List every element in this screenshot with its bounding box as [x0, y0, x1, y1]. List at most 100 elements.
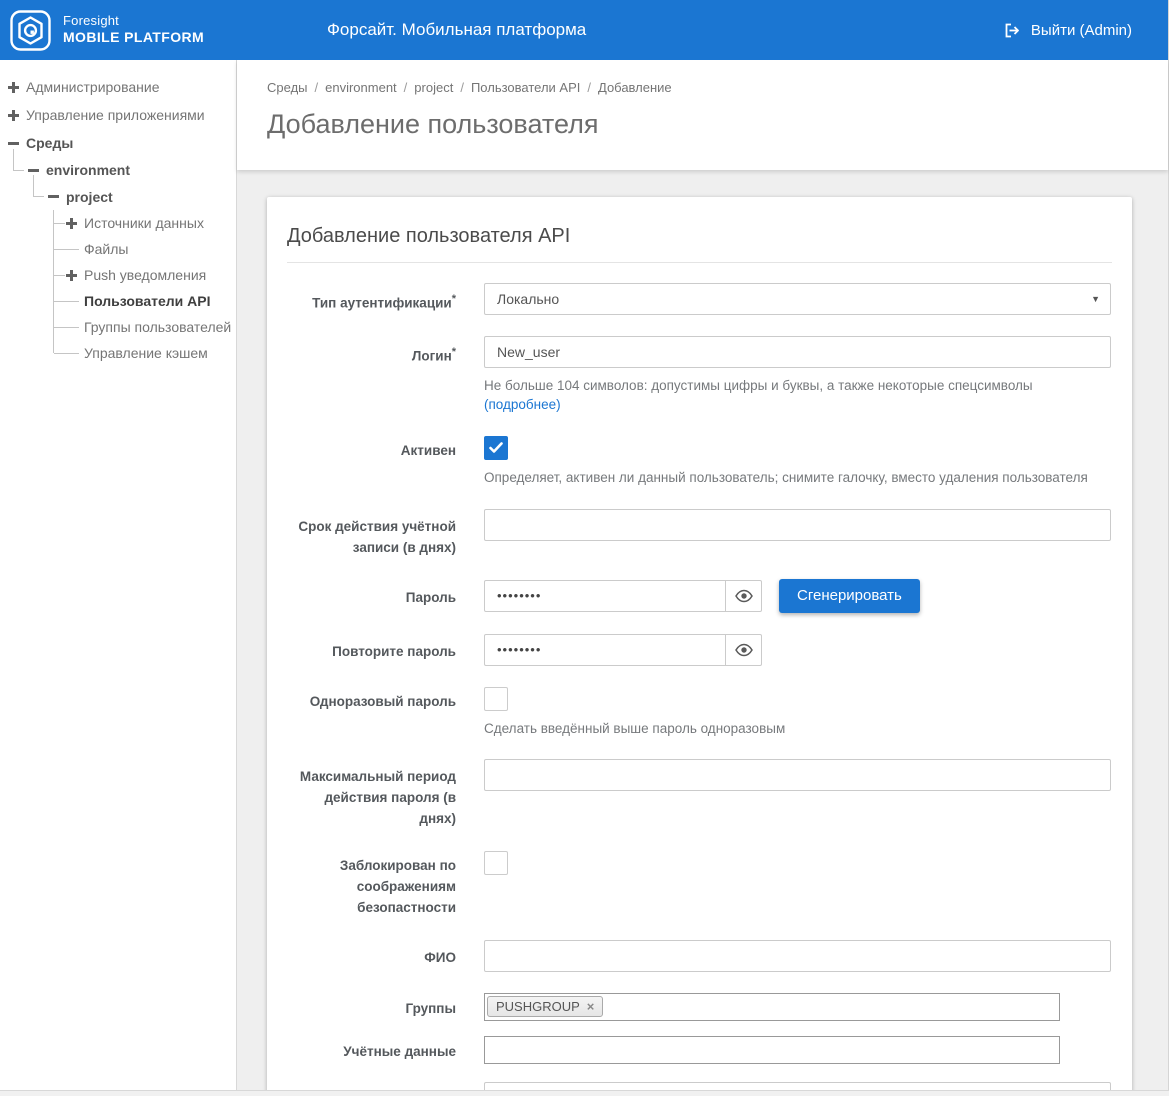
breadcrumb-separator: / [587, 80, 591, 95]
minus-icon[interactable] [28, 169, 39, 172]
one-time-password-row: Одноразовый пароль Сделать введённый выш… [287, 687, 1112, 739]
sidebar-item-label: Управление приложениями [26, 107, 205, 123]
sidebar-item-label: Источники данных [84, 215, 204, 231]
sidebar-item-environments[interactable]: Среды [0, 129, 236, 157]
sidebar-item-project[interactable]: project [0, 183, 236, 210]
sidebar-item-cache-management[interactable]: Управление кэшем [0, 340, 236, 366]
plus-icon[interactable] [8, 110, 19, 121]
breadcrumb-item[interactable]: Добавление [598, 80, 672, 95]
required-asterisk: * [452, 293, 456, 305]
login-input[interactable] [484, 336, 1111, 368]
sidebar-item-label: Пользователи API [84, 293, 211, 309]
max-password-period-input[interactable] [484, 759, 1111, 791]
check-icon [489, 442, 503, 454]
generate-password-button[interactable]: Сгенерировать [779, 579, 920, 613]
sidebar-item-label: project [66, 189, 113, 205]
breadcrumb-item[interactable]: environment [325, 80, 397, 95]
eye-icon [735, 643, 753, 657]
details-link[interactable]: (подробнее) [484, 397, 561, 412]
blocked-label: Заблокирован по соображениям безопастнос… [287, 851, 456, 919]
breadcrumb-separator: / [460, 80, 464, 95]
add-user-card: Добавление пользователя API Тип аутентиф… [267, 197, 1132, 1096]
login-help: Не больше 104 символов: допустимы цифры … [484, 377, 1111, 415]
sidebar-item-label: Push уведомления [84, 267, 206, 283]
credentials-row: Учётные данные [287, 1036, 1112, 1064]
window-bottom-edge [0, 1090, 1169, 1096]
logo-text-bottom: MOBILE PLATFORM [63, 29, 204, 47]
active-row: Активен Определяет, активен ли данный по… [287, 436, 1112, 488]
page-title: Добавление пользователя [267, 109, 1168, 140]
plus-icon[interactable] [66, 270, 77, 281]
page-header-band: Среды / environment / project / Пользователи A… [237, 60, 1168, 170]
max-password-period-row: Максимальный период действия пароля (в д… [287, 759, 1112, 830]
groups-row: Группы PUSHGROUP × [287, 993, 1112, 1021]
auth-type-row: Тип аутентификации* Локально ▼ [287, 283, 1112, 315]
app-header: Foresight MOBILE PLATFORM Форсайт. Мобил… [0, 0, 1168, 60]
repeat-password-row: Повторите пароль [287, 634, 1112, 666]
remove-tag-icon[interactable]: × [587, 999, 595, 1014]
group-tag: PUSHGROUP × [487, 996, 603, 1017]
sidebar-item-administration[interactable]: Администрирование [0, 73, 236, 101]
sidebar-item-push-notifications[interactable]: Push уведомления [0, 262, 236, 288]
password-input[interactable] [484, 580, 726, 612]
show-repeat-password-button[interactable] [726, 634, 762, 666]
groups-tags-input[interactable]: PUSHGROUP × [484, 993, 1060, 1021]
breadcrumb-item[interactable]: Среды [267, 80, 308, 95]
login-row: Логин* Не больше 104 символов: допустимы… [287, 336, 1112, 415]
blocked-checkbox[interactable] [484, 851, 508, 875]
breadcrumb-separator: / [404, 80, 408, 95]
group-tag-label: PUSHGROUP [496, 999, 580, 1014]
label-text: Тип аутентификации [312, 296, 452, 311]
breadcrumb-separator: / [315, 80, 319, 95]
groups-label: Группы [287, 993, 456, 1021]
sidebar-item-label: Файлы [84, 241, 128, 257]
sidebar-item-app-management[interactable]: Управление приложениями [0, 101, 236, 129]
app-logo[interactable]: Foresight MOBILE PLATFORM [10, 10, 204, 51]
sidebar-item-user-groups[interactable]: Группы пользователей [0, 314, 236, 340]
blocked-row: Заблокирован по соображениям безопастнос… [287, 851, 1112, 919]
label-text: Логин [412, 349, 452, 364]
breadcrumb-item[interactable]: project [414, 80, 453, 95]
password-row: Пароль Сгенерировать [287, 580, 1112, 613]
one-time-password-checkbox[interactable] [484, 687, 508, 711]
logo-text-top: Foresight [63, 13, 204, 29]
fio-row: ФИО [287, 940, 1112, 972]
sidebar-item-label: Администрирование [26, 79, 160, 95]
minus-icon[interactable] [8, 142, 19, 145]
auth-type-select[interactable]: Локально ▼ [484, 283, 1111, 315]
main-area: Среды / environment / project / Пользователи A… [237, 60, 1168, 1096]
logo-text: Foresight MOBILE PLATFORM [63, 13, 204, 47]
project-children: Источники данных Файлы Push уведомления … [0, 210, 236, 366]
foresight-logo-icon [10, 10, 51, 51]
active-label: Активен [287, 436, 456, 488]
eye-icon [735, 589, 753, 603]
login-label: Логин* [287, 336, 456, 415]
active-checkbox[interactable] [484, 436, 508, 460]
sidebar-item-api-users[interactable]: Пользователи API [0, 288, 236, 314]
one-time-password-help: Сделать введённый выше пароль одноразовы… [484, 720, 1111, 739]
chevron-down-icon: ▼ [1091, 294, 1100, 304]
minus-icon[interactable] [48, 195, 59, 198]
logout-button[interactable]: Выйти (Admin) [1004, 0, 1132, 60]
repeat-password-label: Повторите пароль [287, 634, 456, 666]
required-asterisk: * [452, 346, 456, 358]
sidebar-item-files[interactable]: Файлы [0, 236, 236, 262]
repeat-password-input[interactable] [484, 634, 726, 666]
auth-type-value: Локально [497, 291, 559, 307]
credentials-label: Учётные данные [287, 1036, 456, 1064]
plus-icon[interactable] [8, 82, 19, 93]
show-password-button[interactable] [726, 580, 762, 612]
sign-out-icon [1004, 22, 1021, 39]
plus-icon[interactable] [66, 218, 77, 229]
breadcrumb-item[interactable]: Пользователи API [471, 80, 580, 95]
card-title: Добавление пользователя API [287, 217, 1112, 263]
account-expiry-input[interactable] [484, 509, 1111, 541]
credentials-input[interactable] [484, 1036, 1060, 1064]
sidebar-item-label: Среды [26, 135, 73, 151]
fio-input[interactable] [484, 940, 1111, 972]
sidebar-item-label: Группы пользователей [84, 319, 231, 335]
sidebar-item-data-sources[interactable]: Источники данных [0, 210, 236, 236]
auth-type-label: Тип аутентификации* [287, 283, 456, 315]
help-text: Не больше 104 символов: допустимы цифры … [484, 378, 1033, 393]
sidebar-tree: Администрирование Управление приложениям… [0, 60, 237, 1096]
